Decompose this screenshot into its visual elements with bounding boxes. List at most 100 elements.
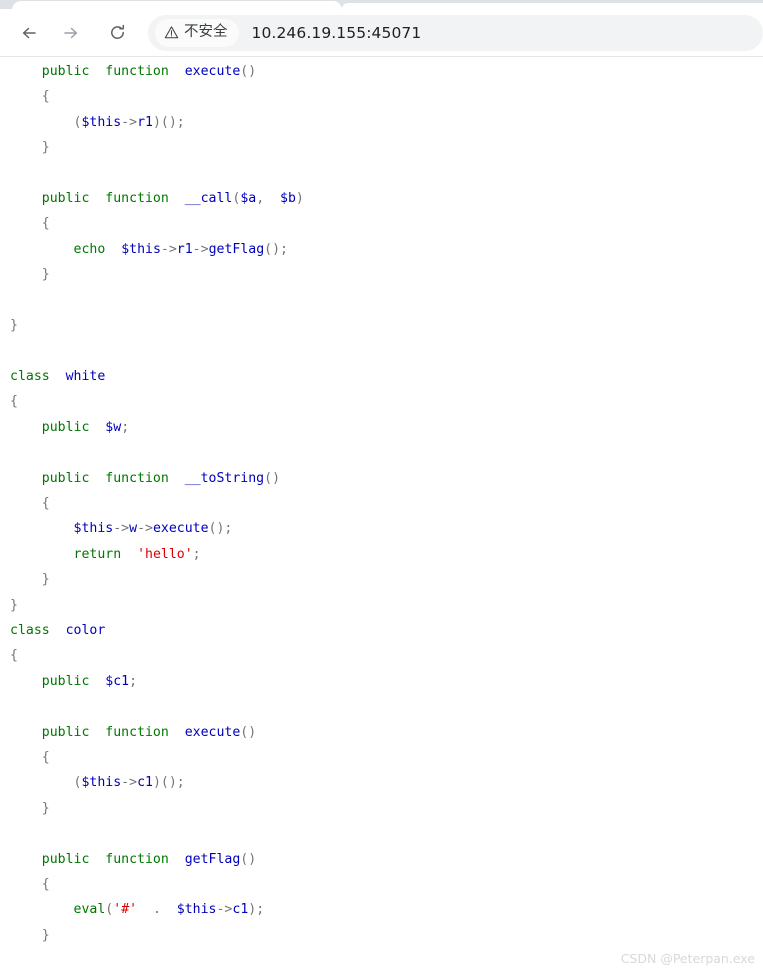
browser-toolbar: 不安全 10.246.19.155:45071 (0, 9, 763, 57)
back-button[interactable] (12, 16, 46, 50)
code-token: } (10, 800, 50, 816)
code-token: 'hello' (137, 546, 193, 562)
security-status-badge[interactable]: 不安全 (155, 18, 239, 47)
code-token: -> (121, 114, 138, 130)
code-token: () (240, 851, 257, 867)
code-token: } (10, 318, 18, 334)
code-token: ( (10, 775, 82, 791)
code-token: . (137, 902, 177, 918)
code-token: () (240, 724, 257, 740)
code-token: ; (129, 673, 138, 689)
code-token: ( (232, 191, 241, 207)
code-token: { (10, 216, 50, 232)
code-token: $this (81, 114, 122, 130)
code-token: } (10, 267, 50, 283)
code-token: execute (184, 64, 241, 79)
warning-triangle-icon (164, 25, 179, 40)
arrow-left-icon (19, 23, 39, 43)
code-token: ) (295, 191, 304, 207)
code-token: -> (160, 241, 177, 257)
code-token: -> (113, 521, 130, 537)
code-token: ( (105, 902, 114, 918)
code-token: c1 (232, 902, 249, 918)
code-token: $this (73, 521, 114, 537)
code-token: (); (264, 241, 288, 257)
code-token: color (65, 622, 106, 638)
address-bar[interactable]: 不安全 10.246.19.155:45071 (148, 14, 763, 51)
code-token: (); (208, 521, 233, 537)
code-token: w (129, 521, 138, 537)
code-token: c1 (137, 775, 153, 791)
forward-button[interactable] (54, 16, 88, 50)
code-token: ; (121, 419, 130, 435)
code-token: )(); (152, 114, 185, 130)
browser-chrome: 不安全 10.246.19.155:45071 (0, 0, 763, 58)
code-token: { (10, 749, 50, 765)
code-token: $this (121, 241, 161, 257)
code-token: public (41, 724, 90, 740)
code-token: ; (192, 546, 201, 562)
code-token: __toString (184, 470, 265, 486)
code-token: public (41, 64, 90, 79)
code-token: $this (81, 775, 122, 791)
tab-strip (0, 0, 763, 9)
code-token: } (10, 140, 50, 156)
code-token: function (105, 470, 169, 486)
code-token: { (10, 877, 50, 892)
code-token: eval (73, 902, 106, 918)
code-token: () (264, 470, 281, 486)
code-token: $b (280, 191, 296, 207)
code-token: class (10, 368, 50, 384)
watermark: CSDN @Peterpan.exe (620, 951, 755, 966)
browser-tab[interactable] (12, 1, 342, 9)
code-token: public (41, 419, 90, 435)
reload-button[interactable] (100, 16, 134, 50)
code-token: echo (73, 241, 106, 257)
code-token: -> (121, 775, 138, 791)
code-token: getFlag (208, 241, 265, 257)
code-token: $this (176, 902, 217, 918)
code-token: -> (216, 902, 233, 918)
url-text: 10.246.19.155:45071 (251, 23, 422, 42)
code-token: function (105, 64, 169, 79)
arrow-right-icon (61, 23, 81, 43)
code-token: () (240, 64, 257, 79)
code-token: public (41, 470, 90, 486)
code-token: { (10, 495, 50, 511)
code-token: return (73, 546, 122, 562)
code-token: '#' (113, 902, 138, 918)
code-token: function (105, 191, 169, 207)
code-token: execute (184, 724, 241, 740)
code-token: $w (105, 419, 122, 435)
security-status-label: 不安全 (184, 24, 228, 41)
code-token: public (41, 673, 90, 689)
page-viewport: public function execute() { ($this->r1)(… (0, 58, 763, 971)
code-token: ( (10, 114, 82, 130)
code-token: public (41, 191, 90, 207)
code-token: , (256, 191, 281, 207)
code-token: { (10, 394, 18, 410)
php-source-code: public function execute() { ($this->r1)(… (10, 59, 304, 971)
code-token: { (10, 648, 18, 664)
code-token: __call (184, 191, 233, 207)
code-token: } (10, 572, 50, 588)
